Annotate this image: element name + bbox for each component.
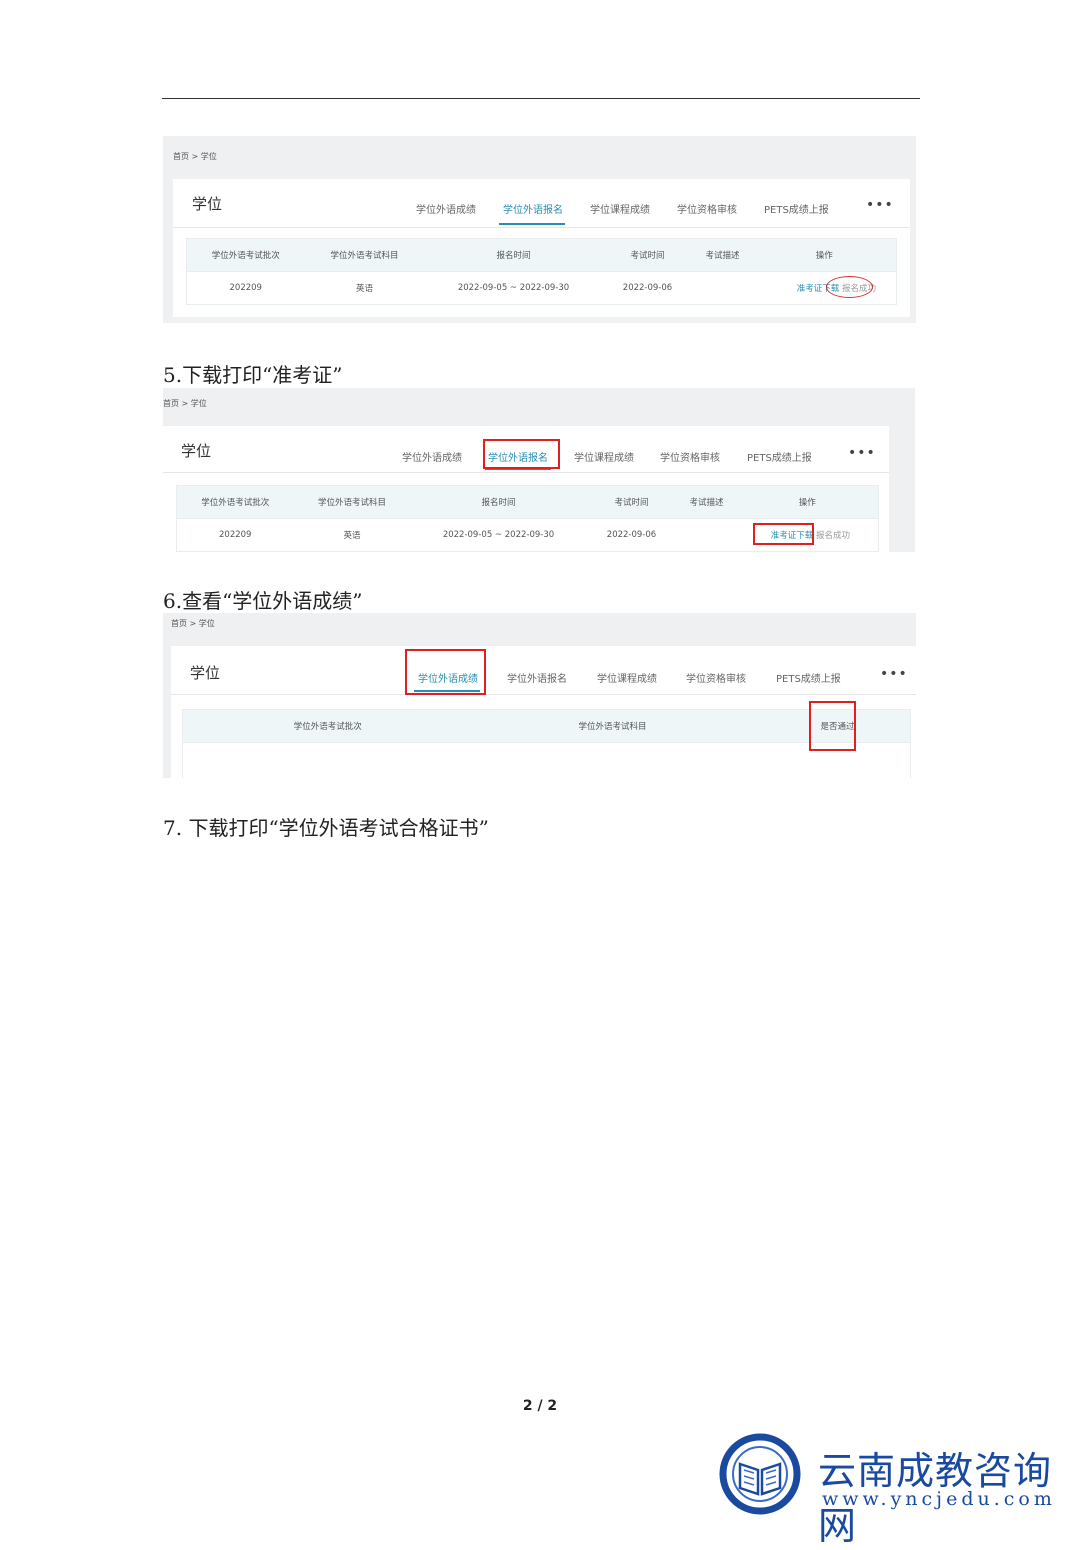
breadcrumb[interactable]: 首页 > 学位 xyxy=(173,151,217,162)
table-empty-row xyxy=(182,742,911,778)
col-batch: 学位外语考试批次 xyxy=(186,238,305,272)
score-table: 学位外语考试批次 学位外语考试科目 是否通过 xyxy=(182,709,911,778)
breadcrumb[interactable]: 首页 > 学位 xyxy=(163,398,207,409)
cell-desc xyxy=(676,518,737,552)
breadcrumb[interactable]: 首页 > 学位 xyxy=(171,618,215,629)
cell-batch: 202209 xyxy=(186,271,305,305)
tab-course-score[interactable]: 学位课程成绩 xyxy=(597,670,657,685)
step-6-heading: 6.查看“学位外语成绩” xyxy=(163,589,363,613)
col-batch: 学位外语考试批次 xyxy=(182,709,473,743)
col-exam-time: 考试时间 xyxy=(586,485,677,519)
status-highlight-circle xyxy=(826,276,873,298)
book-globe-logo-icon xyxy=(719,1433,801,1515)
cell-subject: 英语 xyxy=(304,271,425,305)
cell-reg-time: 2022-09-05 ~ 2022-09-30 xyxy=(424,271,603,305)
col-desc: 考试描述 xyxy=(676,485,737,519)
page-title: 学位 xyxy=(190,664,221,682)
tab-foreign-language-score[interactable]: 学位外语成绩 xyxy=(416,201,476,216)
table-row: 202209 英语 2022-09-05 ~ 2022-09-30 2022-0… xyxy=(186,271,897,305)
step-5-heading: 5.下载打印“准考证” xyxy=(163,363,343,387)
col-subject: 学位外语考试科目 xyxy=(293,485,411,519)
tab-qualification-review[interactable]: 学位资格审核 xyxy=(677,201,737,216)
col-subject: 学位外语考试科目 xyxy=(304,238,425,272)
more-icon[interactable]: ••• xyxy=(866,197,894,213)
step-7-heading: 7. 下载打印“学位外语考试合格证书” xyxy=(163,816,489,840)
screenshot-score-view: 首页 > 学位 学位 学位外语成绩 学位外语报名 学位课程成绩 学位资格审核 P… xyxy=(163,613,916,778)
col-reg-time: 报名时间 xyxy=(410,485,587,519)
page-number: 2 / 2 xyxy=(522,1398,558,1414)
registration-table: 学位外语考试批次 学位外语考试科目 报名时间 考试时间 考试描述 操作 2022… xyxy=(186,238,897,305)
tab-pets-report[interactable]: PETS成绩上报 xyxy=(764,201,829,216)
screenshot-admission-ticket: 首页 > 学位 学位 学位外语成绩 学位外语报名 学位课程成绩 学位资格审核 P… xyxy=(163,388,915,552)
tab-course-score[interactable]: 学位课程成绩 xyxy=(590,201,650,216)
download-link-highlight xyxy=(753,523,814,545)
tab-foreign-language-score[interactable]: 学位外语成绩 xyxy=(402,449,462,464)
registration-status-badge: 报名成功 xyxy=(815,531,850,541)
cell-exam-time: 2022-09-06 xyxy=(602,271,693,305)
cell-exam-time: 2022-09-06 xyxy=(586,518,677,552)
page-title: 学位 xyxy=(181,442,212,460)
more-icon[interactable]: ••• xyxy=(880,666,908,682)
tab-foreign-language-registration[interactable]: 学位外语报名 xyxy=(503,201,563,216)
table-header-row: 学位外语考试批次 学位外语考试科目 是否通过 xyxy=(182,709,911,743)
col-desc: 考试描述 xyxy=(692,238,753,272)
passed-column-highlight xyxy=(809,701,856,751)
active-tab-underline xyxy=(499,223,565,225)
table-header-row: 学位外语考试批次 学位外语考试科目 报名时间 考试时间 考试描述 操作 xyxy=(176,485,879,519)
col-reg-time: 报名时间 xyxy=(424,238,603,272)
tab-qualification-review[interactable]: 学位资格审核 xyxy=(686,670,746,685)
cell-subject: 英语 xyxy=(293,518,411,552)
tab-pets-report[interactable]: PETS成绩上报 xyxy=(776,670,841,685)
degree-card: 学位 学位外语成绩 学位外语报名 学位课程成绩 学位资格审核 PETS成绩上报 … xyxy=(171,646,916,778)
tab-foreign-language-registration[interactable]: 学位外语报名 xyxy=(507,670,567,685)
table-header-row: 学位外语考试批次 学位外语考试科目 报名时间 考试时间 考试描述 操作 xyxy=(186,238,897,272)
tab-qualification-review[interactable]: 学位资格审核 xyxy=(660,449,720,464)
cell-reg-time: 2022-09-05 ~ 2022-09-30 xyxy=(410,518,587,552)
degree-card: 学位 学位外语成绩 学位外语报名 学位课程成绩 学位资格审核 PETS成绩上报 … xyxy=(173,179,910,317)
col-actions: 操作 xyxy=(736,485,879,519)
col-actions: 操作 xyxy=(752,238,897,272)
col-batch: 学位外语考试批次 xyxy=(176,485,294,519)
registration-tab-highlight xyxy=(483,439,560,469)
more-icon[interactable]: ••• xyxy=(848,445,876,461)
watermark-site-url: www.yncjedu.com xyxy=(822,1488,1056,1510)
tab-pets-report[interactable]: PETS成绩上报 xyxy=(747,449,812,464)
tab-course-score[interactable]: 学位课程成绩 xyxy=(574,449,634,464)
col-exam-time: 考试时间 xyxy=(602,238,693,272)
cell-actions: 准考证下载 报名成功 xyxy=(752,271,897,305)
tabs-divider xyxy=(171,694,916,695)
screenshot-registration-status: 首页 > 学位 学位 学位外语成绩 学位外语报名 学位课程成绩 学位资格审核 P… xyxy=(163,136,916,323)
header-rule xyxy=(162,98,920,99)
cell-batch: 202209 xyxy=(176,518,294,552)
tabs-divider xyxy=(173,227,910,228)
page-title: 学位 xyxy=(192,195,223,213)
cell-desc xyxy=(692,271,753,305)
score-tab-highlight xyxy=(405,649,486,695)
tabs-divider xyxy=(163,472,889,473)
col-subject: 学位外语考试科目 xyxy=(472,709,753,743)
